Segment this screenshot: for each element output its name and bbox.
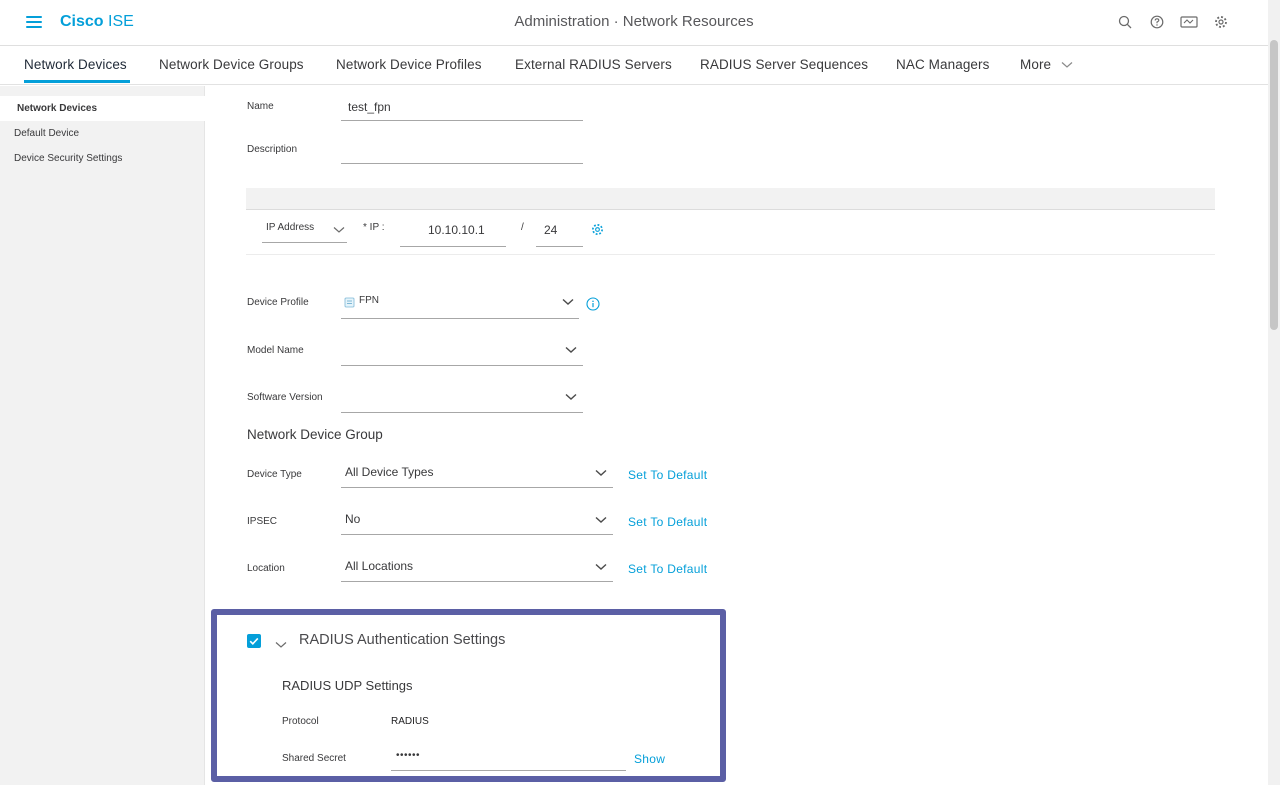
top-header: Cisco ISE Administration · Network Resou…	[0, 0, 1268, 46]
tab-network-device-groups[interactable]: Network Device Groups	[159, 57, 304, 72]
tab-external-radius-servers[interactable]: External RADIUS Servers	[515, 57, 672, 72]
page-scrollbar[interactable]	[1268, 0, 1280, 785]
notifications-icon[interactable]	[1180, 13, 1198, 31]
chevron-down-icon	[1061, 62, 1073, 68]
radius-udp-settings-title: RADIUS UDP Settings	[282, 678, 413, 693]
sidebar-item-network-devices[interactable]: Network Devices	[0, 96, 205, 121]
name-label: Name	[247, 101, 274, 112]
sidebar: Network Devices Default Device Device Se…	[0, 86, 205, 785]
tab-network-devices[interactable]: Network Devices	[24, 57, 127, 72]
protocol-value: RADIUS	[391, 716, 429, 727]
device-profile-select[interactable]: FPN	[341, 291, 579, 319]
check-icon	[249, 637, 259, 645]
location-value: All Locations	[345, 559, 414, 573]
chevron-down-icon[interactable]	[275, 636, 287, 654]
location-select[interactable]: All Locations	[341, 554, 613, 582]
name-value: test_fpn	[348, 100, 391, 114]
tab-network-device-profiles[interactable]: Network Device Profiles	[336, 57, 482, 72]
device-type-label: Device Type	[247, 469, 302, 480]
chevron-down-icon	[595, 469, 607, 476]
sidebar-item-default-device[interactable]: Default Device	[0, 121, 205, 146]
help-icon[interactable]	[1148, 13, 1166, 31]
device-type-set-default-link[interactable]: Set To Default	[628, 468, 707, 482]
device-type-value: All Device Types	[345, 465, 434, 479]
ip-type-select[interactable]: IP Address	[262, 218, 347, 243]
chevron-down-icon	[333, 227, 345, 233]
tab-more[interactable]: More	[1020, 57, 1073, 72]
ipsec-set-default-link[interactable]: Set To Default	[628, 515, 707, 529]
model-name-label: Model Name	[247, 345, 304, 356]
shared-secret-value: ••••••	[396, 750, 421, 761]
location-set-default-link[interactable]: Set To Default	[628, 562, 707, 576]
ip-mask-value: 24	[544, 223, 558, 237]
ip-type-value: IP Address	[266, 222, 315, 233]
name-input[interactable]: test_fpn	[341, 95, 583, 121]
sidebar-item-device-security-settings[interactable]: Device Security Settings	[0, 146, 205, 171]
model-name-select[interactable]	[341, 338, 583, 366]
device-profile-icon	[344, 297, 355, 308]
divider	[246, 254, 1215, 255]
scrollbar-thumb[interactable]	[1270, 40, 1278, 330]
location-label: Location	[247, 563, 285, 574]
tab-bar: Network Devices Network Device Groups Ne…	[0, 47, 1268, 85]
ip-label: * IP :	[363, 222, 385, 233]
active-tab-indicator	[24, 80, 130, 83]
search-icon[interactable]	[1116, 13, 1134, 31]
shared-secret-input[interactable]: ••••••	[391, 745, 626, 771]
device-type-select[interactable]: All Device Types	[341, 460, 613, 488]
settings-icon[interactable]	[1212, 13, 1230, 31]
device-profile-label: Device Profile	[247, 297, 309, 308]
software-version-select[interactable]	[341, 385, 583, 413]
radius-auth-settings-title: RADIUS Authentication Settings	[299, 632, 506, 648]
chevron-down-icon	[562, 298, 574, 305]
chevron-down-icon	[595, 563, 607, 570]
tab-radius-server-sequences[interactable]: RADIUS Server Sequences	[700, 57, 868, 72]
ip-section-header	[246, 188, 1215, 210]
ipsec-label: IPSEC	[247, 516, 278, 527]
protocol-label: Protocol	[282, 716, 319, 727]
software-version-label: Software Version	[247, 392, 323, 403]
chevron-down-icon	[565, 346, 577, 353]
tab-nac-managers[interactable]: NAC Managers	[896, 57, 990, 72]
info-icon[interactable]	[586, 297, 600, 316]
shared-secret-label: Shared Secret	[282, 753, 346, 764]
page-title: Administration · Network Resources	[514, 13, 754, 30]
ip-address-input[interactable]: 10.10.10.1	[400, 218, 506, 247]
ipsec-select[interactable]: No	[341, 507, 613, 535]
radius-enable-checkbox[interactable]	[247, 634, 261, 648]
description-label: Description	[247, 144, 298, 155]
gear-icon[interactable]	[591, 223, 604, 241]
description-input[interactable]	[341, 138, 583, 164]
ip-slash: /	[521, 222, 524, 233]
tab-more-label: More	[1020, 57, 1052, 72]
network-device-group-title: Network Device Group	[247, 427, 383, 442]
device-profile-value: FPN	[359, 295, 379, 306]
ip-mask-input[interactable]: 24	[536, 218, 583, 247]
chevron-down-icon	[595, 516, 607, 523]
chevron-down-icon	[565, 393, 577, 400]
ip-address-value: 10.10.10.1	[428, 223, 485, 237]
ipsec-value: No	[345, 512, 361, 526]
show-secret-link[interactable]: Show	[634, 752, 665, 766]
